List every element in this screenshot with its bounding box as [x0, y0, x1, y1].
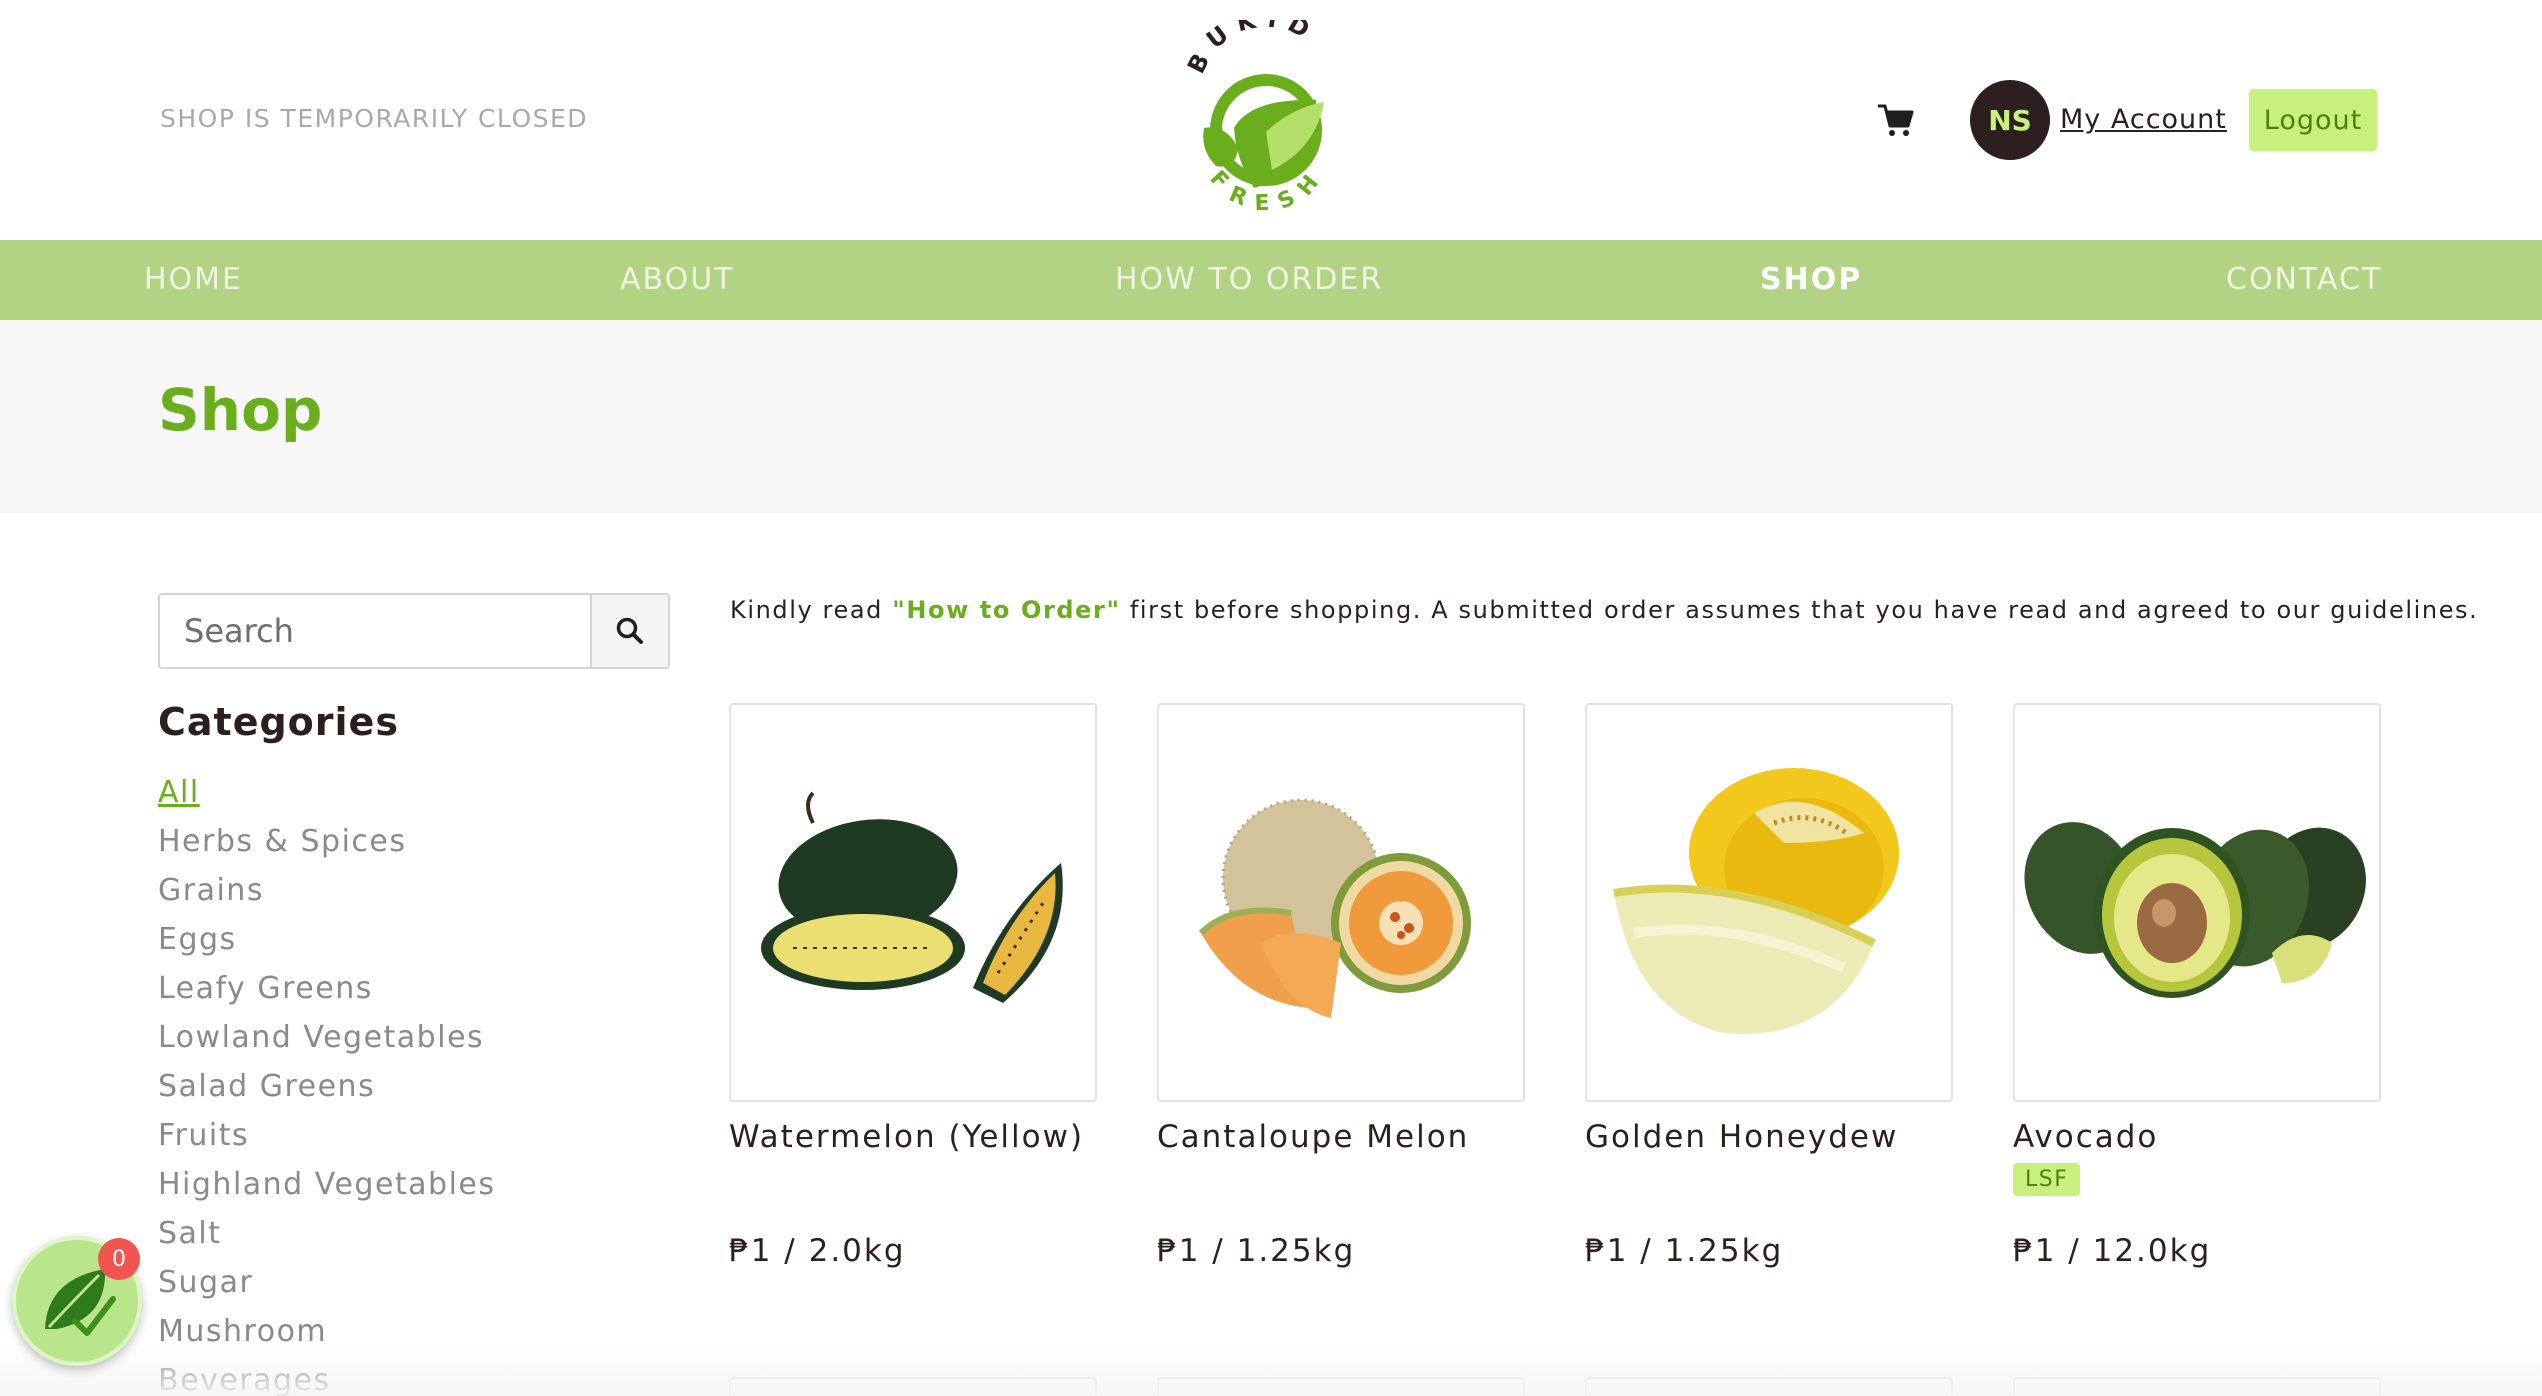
category-beverages[interactable]: Beverages — [158, 1356, 496, 1396]
notice-suffix: first before shopping. A submitted order… — [1120, 596, 2479, 624]
category-lowland-vegetables[interactable]: Lowland Vegetables — [158, 1013, 496, 1062]
product-image[interactable] — [729, 703, 1097, 1102]
product-card[interactable]: Avocado LSF ₱1 / 12.0kg — [2013, 703, 2381, 1269]
honeydew-image — [1613, 767, 1899, 1034]
product-card[interactable]: Watermelon (Yellow) ₱1 / 2.0kg — [729, 703, 1097, 1269]
product-image[interactable] — [1585, 703, 1953, 1102]
category-leafy-greens[interactable]: Leafy Greens — [158, 964, 496, 1013]
category-grains[interactable]: Grains — [158, 866, 496, 915]
my-account-link[interactable]: My Account — [2060, 104, 2227, 135]
avocado-image — [2024, 821, 2366, 998]
search-input[interactable] — [160, 595, 590, 667]
product-card[interactable]: Golden Honeydew ₱1 / 1.25kg — [1585, 703, 1953, 1269]
nav-item-contact[interactable]: CONTACT — [2226, 240, 2382, 320]
category-all[interactable]: All — [158, 768, 496, 817]
category-highland-vegetables[interactable]: Highland Vegetables — [158, 1160, 496, 1209]
product-card[interactable] — [729, 1377, 1097, 1396]
product-name[interactable]: Watermelon (Yellow) — [729, 1119, 1097, 1155]
product-image[interactable] — [2013, 703, 2381, 1102]
category-list: All Herbs & Spices Grains Eggs Leafy Gre… — [158, 768, 496, 1396]
order-notice: Kindly read "How to Order" first before … — [730, 596, 2478, 624]
shopping-cart-icon[interactable] — [1876, 100, 1916, 140]
page-title-band: Shop — [0, 320, 2542, 513]
product-price: ₱1 / 1.25kg — [1585, 1233, 1784, 1269]
product-card[interactable]: Cantaloupe Melon ₱1 / 1.25kg — [1157, 703, 1525, 1269]
product-image[interactable] — [1157, 703, 1525, 1102]
category-mushroom[interactable]: Mushroom — [158, 1307, 496, 1356]
product-name[interactable]: Golden Honeydew — [1585, 1119, 1953, 1155]
nav-item-home[interactable]: HOME — [144, 240, 243, 320]
page-title: Shop — [158, 376, 323, 444]
search-button[interactable] — [590, 595, 668, 667]
categories-heading: Categories — [158, 700, 399, 744]
notice-prefix: Kindly read — [730, 596, 893, 624]
bukid-fresh-logo[interactable]: BUKID FRESH — [1176, 20, 1356, 225]
category-fruits[interactable]: Fruits — [158, 1111, 496, 1160]
product-name[interactable]: Avocado — [2013, 1119, 2381, 1155]
product-card[interactable] — [1157, 1377, 1525, 1396]
search-box — [158, 593, 670, 669]
product-price: ₱1 / 12.0kg — [2013, 1233, 2212, 1269]
main-nav: HOME ABOUT HOW TO ORDER SHOP CONTACT — [0, 240, 2542, 320]
svg-text:BUKID: BUKID — [1182, 20, 1323, 78]
product-card[interactable] — [2013, 1377, 2381, 1396]
logout-button[interactable]: Logout — [2249, 89, 2377, 151]
watermelon-image — [761, 791, 1063, 1003]
nav-item-shop[interactable]: SHOP — [1760, 240, 1862, 320]
category-eggs[interactable]: Eggs — [158, 915, 496, 964]
product-badge: LSF — [2013, 1163, 2081, 1196]
logo-top-text: BUKID — [1182, 20, 1313, 78]
product-name[interactable]: Cantaloupe Melon — [1157, 1119, 1525, 1155]
product-card[interactable] — [1585, 1377, 1953, 1396]
nav-item-about[interactable]: ABOUT — [620, 240, 734, 320]
category-salad-greens[interactable]: Salad Greens — [158, 1062, 496, 1111]
nav-item-how-to-order[interactable]: HOW TO ORDER — [1115, 240, 1383, 320]
category-herbs-spices[interactable]: Herbs & Spices — [158, 817, 496, 866]
site-header: SHOP IS TEMPORARILY CLOSED BUKID FRESH N… — [0, 0, 2542, 240]
shop-status-text: SHOP IS TEMPORARILY CLOSED — [160, 104, 589, 133]
category-sugar[interactable]: Sugar — [158, 1258, 496, 1307]
product-price: ₱1 / 1.25kg — [1157, 1233, 1356, 1269]
how-to-order-link[interactable]: "How to Order" — [892, 596, 1120, 624]
avatar[interactable]: NS — [1970, 80, 2050, 160]
order-count-badge: 0 — [98, 1238, 140, 1280]
cantaloupe-image — [1198, 798, 1471, 1018]
category-salt[interactable]: Salt — [158, 1209, 496, 1258]
search-icon — [616, 617, 643, 644]
product-price: ₱1 / 2.0kg — [729, 1233, 906, 1269]
